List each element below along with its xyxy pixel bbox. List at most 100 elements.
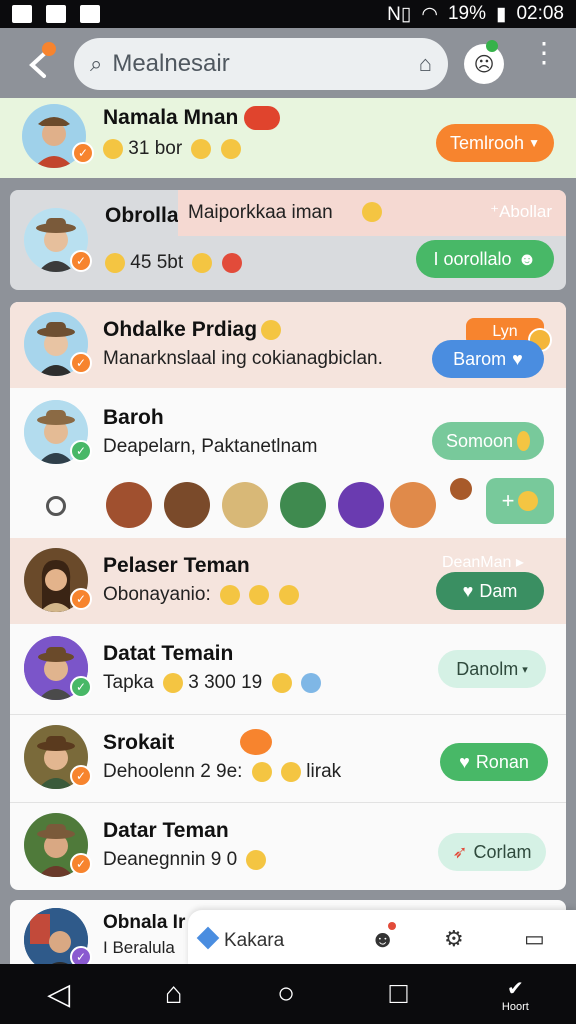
thread-snippet: 45 5bt — [105, 252, 242, 274]
avatar-strip: + — [10, 478, 566, 538]
top-app-bar: ⌕ Mealnesair ⌂ ☹ ⋮ — [0, 28, 576, 100]
notification-dot — [42, 42, 56, 56]
radio-circle-icon[interactable] — [46, 496, 66, 516]
verified-badge: ✓ — [70, 676, 92, 698]
thread-action-button[interactable]: Temlrooh ▼ — [436, 124, 554, 162]
thread-snippet: 31 bor — [103, 138, 241, 160]
notification-icon — [46, 5, 66, 23]
notification-icon — [80, 5, 100, 23]
thread-action-button[interactable]: I oorollalo ☻ — [416, 240, 554, 278]
smile-emoji-icon — [105, 252, 125, 273]
search-icon: ⌕ — [90, 51, 103, 76]
profile-button[interactable]: ☹ — [464, 44, 504, 84]
thread-name: Obrolla — [105, 204, 179, 227]
search-input[interactable]: Mealnesair — [112, 50, 229, 78]
hands-emoji-icon — [251, 761, 272, 782]
thread-action-button[interactable]: ➶ Corlam — [438, 833, 546, 871]
thread-top-right-label: DeanMan ▸ — [442, 554, 524, 571]
cheek-emoji-icon — [362, 202, 382, 222]
thread-row[interactable]: ✓ Datat Temain Tapka 3 300 19 Danolm ▾ — [10, 624, 566, 714]
thread-snippet: Dehoolenn 2 9e: lirak — [103, 761, 342, 782]
thread-snippet: Deapelarn, Paktanetlnam — [103, 436, 318, 457]
thread-row[interactable]: ✓ Pelaser Teman Obonayanio: DeanMan ▸ ♥ … — [10, 538, 566, 624]
home-nav-icon[interactable]: ○ — [277, 977, 295, 1011]
thread-action-button[interactable]: Barom ♥ — [432, 340, 544, 378]
thread-snippet: Deanegnnin 9 0 — [103, 849, 267, 871]
grin-emoji-icon — [261, 320, 282, 341]
hands-emoji-icon — [220, 584, 241, 605]
search-bar[interactable]: ⌕ Mealnesair ⌂ — [74, 38, 448, 90]
thread-row[interactable]: ✓ Datar Teman Deanegnnin 9 0 ➶ Corlam — [10, 802, 566, 890]
back-nav-icon[interactable]: ◁ — [47, 977, 70, 1012]
story-avatar[interactable] — [164, 482, 210, 528]
sad-face-icon: ☹ — [473, 53, 495, 76]
thread-name: Ohdalke Prdiag — [103, 318, 282, 342]
heart-icon: ♥ — [459, 751, 470, 772]
wifi-icon: ◠ — [421, 3, 438, 25]
thread-snippet: Obonayanio: — [103, 584, 299, 606]
notification-dot — [388, 922, 396, 930]
thread-action-button[interactable]: ♥ Ronan — [440, 743, 548, 781]
chevron-down-icon: ▼ — [528, 136, 540, 150]
verified-badge: ✓ — [70, 946, 92, 964]
verified-badge: ✓ — [70, 588, 92, 610]
grin-emoji-icon — [191, 138, 212, 159]
story-avatar[interactable] — [106, 482, 152, 528]
thread-snippet: I Beralula — [103, 938, 175, 957]
notification-icons — [12, 5, 100, 23]
thread-list-card: ✓ Ohdalke Prdiag Manarknslaal ing cokian… — [10, 302, 566, 890]
thread-row[interactable]: ✓ Srokait Dehoolenn 2 9e: lirak ♥ Ronan — [10, 714, 566, 802]
pencil-icon — [196, 926, 220, 950]
notification-icon — [12, 5, 32, 23]
fire-emoji-icon — [221, 252, 242, 273]
recents-nav-icon[interactable]: □ — [389, 977, 407, 1011]
verified-badge: ✓ — [70, 250, 92, 272]
verified-badge: ✓ — [70, 440, 92, 462]
smile-emoji-icon — [271, 672, 292, 693]
thread-name: Pelaser Teman — [103, 554, 250, 577]
thread-action-button[interactable]: Somoon — [432, 422, 544, 460]
add-button[interactable]: + — [486, 478, 554, 524]
smile-emoji-icon — [518, 491, 539, 511]
thread-name: Datat Temain — [103, 642, 234, 665]
smile-emoji-icon — [103, 138, 123, 159]
thread-row[interactable]: ✓ Ohdalke Prdiag Manarknslaal ing cokian… — [10, 302, 566, 388]
person-icon[interactable]: ⌂ — [165, 977, 183, 1011]
story-avatar[interactable] — [390, 482, 436, 528]
screen-icon[interactable]: ▭ — [524, 926, 545, 952]
thread-row[interactable]: ✓ Namala Mnan 31 bor Temlrooh ▼ — [0, 98, 576, 178]
smile-emoji-icon — [249, 584, 270, 605]
emoji-picker-icon[interactable]: ☻ — [370, 926, 395, 954]
thread-action-button[interactable]: ♥ Dam — [436, 572, 544, 610]
thread-name: Namala Mnan — [103, 106, 239, 129]
thread-action-button[interactable]: Danolm ▾ — [438, 650, 546, 688]
nfc-icon: N▯ — [387, 3, 412, 25]
verified-badge: ✓ — [70, 352, 92, 374]
thread-card[interactable]: ✓ Obrolla Maiporkkaa iman ⁺Abollar 45 5b… — [10, 190, 566, 290]
thread-snippet: Tapka 3 300 19 — [103, 672, 321, 694]
online-dot — [486, 40, 498, 52]
reply-icon: ➶ — [452, 841, 468, 862]
sweat-emoji-icon — [220, 138, 241, 159]
mic-icon[interactable]: ⌂ — [419, 51, 432, 77]
hands-emoji-icon — [162, 672, 183, 693]
camera-icon[interactable]: ⚙ — [444, 926, 464, 952]
story-avatar[interactable] — [338, 482, 384, 528]
compose-label: Kakara — [224, 930, 285, 951]
thread-name: Srokait — [103, 731, 175, 754]
app-shortcut-icon[interactable]: ✔ Hoort — [502, 976, 529, 1013]
face-emoji-icon — [246, 849, 267, 870]
thread-name: Obnala Ir — [103, 912, 186, 933]
verified-badge: ✓ — [70, 853, 92, 875]
story-avatar[interactable] — [280, 482, 326, 528]
grin-emoji-icon — [300, 672, 321, 693]
more-options-button[interactable]: ⋮ — [530, 39, 558, 67]
thread-row[interactable]: ✓ Baroh Deapelarn, Paktanetlnam Somoon — [10, 388, 566, 478]
thread-name: Datar Teman — [103, 819, 229, 842]
battery-icon: ▮ — [495, 3, 507, 25]
grin-emoji-icon — [192, 252, 213, 273]
floating-compose-bar[interactable]: Kakara ☻ ⚙ ▭ — [188, 910, 576, 968]
system-nav-bar: ◁ ⌂ ○ □ ✔ Hoort — [0, 964, 576, 1024]
story-avatar[interactable] — [222, 482, 268, 528]
thread-snippet: Manarknslaal ing cokianagbiclan. — [103, 348, 383, 369]
